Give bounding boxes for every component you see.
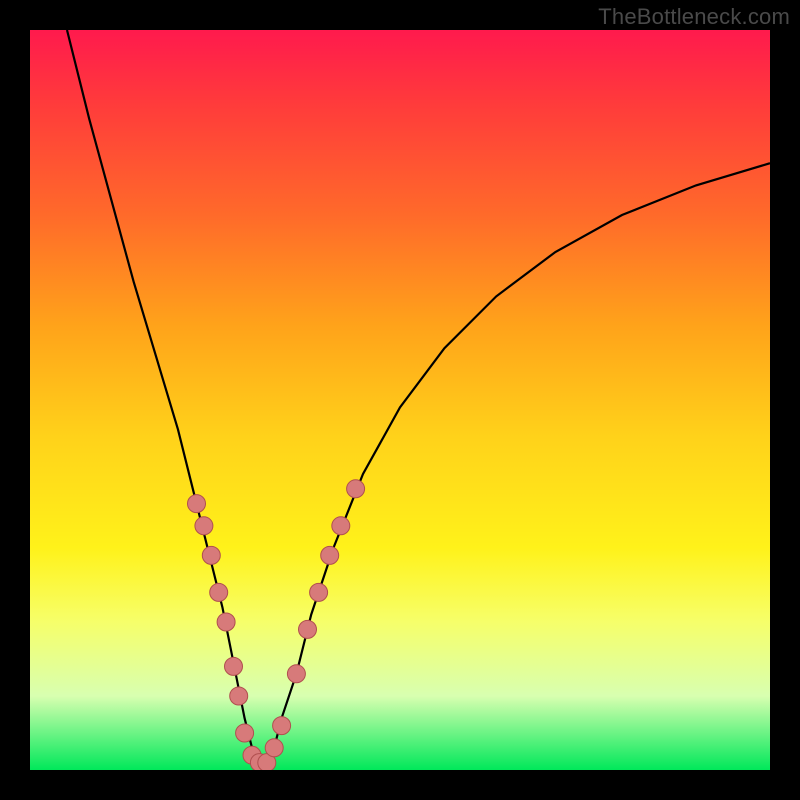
chart-frame: TheBottleneck.com (0, 0, 800, 800)
dot (210, 583, 228, 601)
highlight-dots (188, 480, 365, 770)
dot (195, 517, 213, 535)
attribution-text: TheBottleneck.com (598, 4, 790, 30)
dot (299, 620, 317, 638)
dot (236, 724, 254, 742)
dot (273, 717, 291, 735)
dot (347, 480, 365, 498)
chart-svg (30, 30, 770, 770)
dot (230, 687, 248, 705)
bottleneck-curve (67, 30, 770, 763)
dot (332, 517, 350, 535)
dot (310, 583, 328, 601)
dot (265, 739, 283, 757)
dot (188, 495, 206, 513)
dot (202, 546, 220, 564)
dot (321, 546, 339, 564)
dot (225, 657, 243, 675)
dot (217, 613, 235, 631)
dot (287, 665, 305, 683)
